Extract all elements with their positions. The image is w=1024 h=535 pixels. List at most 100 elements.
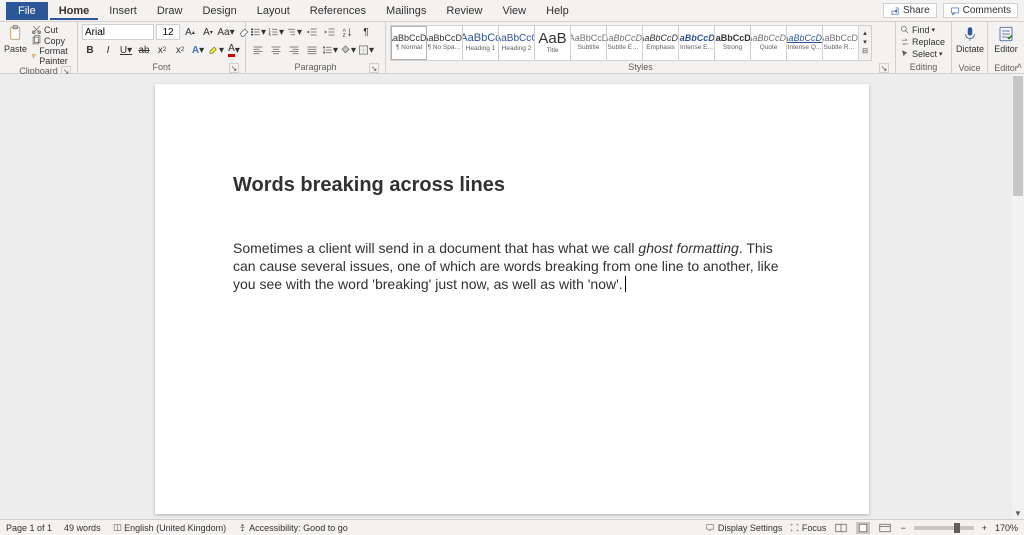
increase-indent-button[interactable] <box>322 24 338 40</box>
multilevel-list-button[interactable]: ▾ <box>286 24 302 40</box>
show-marks-button[interactable]: ¶ <box>358 24 374 40</box>
status-page[interactable]: Page 1 of 1 <box>6 523 52 533</box>
style-emphasis[interactable]: AaBbCcDcEmphasis <box>643 26 679 60</box>
tab-references[interactable]: References <box>301 2 375 20</box>
tab-insert[interactable]: Insert <box>100 2 146 20</box>
tab-draw[interactable]: Draw <box>148 2 192 20</box>
group-paragraph: ▾ 123▾ ▾ AZ ¶ ▾ ▾ ▾ Paragraph ↘ <box>246 22 386 73</box>
zoom-in-button[interactable]: + <box>982 523 987 533</box>
editor-button[interactable]: Editor <box>992 24 1020 62</box>
dictate-button[interactable]: Dictate <box>956 24 984 62</box>
grow-font-button[interactable]: A▴ <box>182 24 198 40</box>
zoom-slider[interactable] <box>914 526 974 530</box>
numbering-icon: 123 <box>268 26 279 38</box>
style-heading-2[interactable]: AaBbCcCHeading 2 <box>499 26 535 60</box>
paste-button[interactable]: Paste <box>4 24 27 62</box>
tab-view[interactable]: View <box>493 2 535 20</box>
strikethrough-button[interactable]: ab <box>136 42 152 58</box>
zoom-value[interactable]: 170% <box>995 523 1018 533</box>
status-language[interactable]: English (United Kingdom) <box>113 523 227 533</box>
tab-mailings[interactable]: Mailings <box>377 2 435 20</box>
style-subtle-ref-[interactable]: AaBbCcDcSubtle Ref... <box>823 26 859 60</box>
style-intense-q-[interactable]: AaBbCcDcIntense Q... <box>787 26 823 60</box>
style-quote[interactable]: AaBbCcDcQuote <box>751 26 787 60</box>
find-button[interactable]: Find▾ <box>900 24 935 36</box>
paste-label: Paste <box>4 44 27 54</box>
group-font: A▴ A▾ Aa▾ B I U▾ ab x2 x2 A▾ ▾ A▾ Font ↘ <box>78 22 246 73</box>
justify-button[interactable] <box>304 42 320 58</box>
superscript-button[interactable]: x2 <box>172 42 188 58</box>
shrink-font-button[interactable]: A▾ <box>200 24 216 40</box>
collapse-ribbon-button[interactable]: ˄ <box>1017 61 1022 71</box>
zoom-handle[interactable] <box>954 523 960 533</box>
bullets-button[interactable]: ▾ <box>250 24 266 40</box>
replace-button[interactable]: Replace <box>900 36 945 48</box>
web-layout-button[interactable] <box>878 522 892 534</box>
underline-button[interactable]: U▾ <box>118 42 134 58</box>
format-painter-button[interactable]: Format Painter <box>31 46 73 66</box>
style-strong[interactable]: AaBbCcDcStrong <box>715 26 751 60</box>
style-name: Subtle Em... <box>608 44 642 51</box>
subscript-button[interactable]: x2 <box>154 42 170 58</box>
paragraph-launcher[interactable]: ↘ <box>369 63 379 73</box>
bullets-icon <box>250 26 261 38</box>
borders-button[interactable]: ▾ <box>358 42 374 58</box>
italic-button[interactable]: I <box>100 42 116 58</box>
borders-icon <box>358 44 369 56</box>
focus-button[interactable]: Focus <box>790 523 826 533</box>
align-center-button[interactable] <box>268 42 284 58</box>
copy-button[interactable]: Copy <box>31 35 73 46</box>
align-left-button[interactable] <box>250 42 266 58</box>
format-painter-label: Format Painter <box>39 46 73 66</box>
print-layout-button[interactable] <box>856 522 870 534</box>
style-name: Subtle Ref... <box>824 44 858 51</box>
text-effects-button[interactable]: A▾ <box>190 42 206 58</box>
style--normal[interactable]: AaBbCcDc¶ Normal <box>391 26 427 60</box>
tab-design[interactable]: Design <box>193 2 245 20</box>
tab-layout[interactable]: Layout <box>248 2 299 20</box>
display-settings-button[interactable]: Display Settings <box>705 523 782 533</box>
read-mode-button[interactable] <box>834 522 848 534</box>
group-styles: AaBbCcDc¶ NormalAaBbCcDc¶ No Spac...AaBb… <box>386 22 896 73</box>
share-button[interactable]: Share <box>883 3 937 18</box>
align-right-button[interactable] <box>286 42 302 58</box>
bold-button[interactable]: B <box>82 42 98 58</box>
decrease-indent-button[interactable] <box>304 24 320 40</box>
status-accessibility[interactable]: Accessibility: Good to go <box>238 523 348 533</box>
change-case-button[interactable]: Aa▾ <box>218 24 234 40</box>
tab-help[interactable]: Help <box>537 2 578 20</box>
styles-launcher[interactable]: ↘ <box>879 63 889 73</box>
style--no-spac-[interactable]: AaBbCcDc¶ No Spac... <box>427 26 463 60</box>
status-words[interactable]: 49 words <box>64 523 101 533</box>
vertical-scrollbar[interactable]: ▲ ▼ <box>1012 74 1024 519</box>
sort-icon: AZ <box>342 26 354 38</box>
styles-gallery-more[interactable]: ▴▾⊟ <box>859 26 871 60</box>
document-page[interactable]: Words breaking across lines Sometimes a … <box>155 84 869 514</box>
style-subtle-em-[interactable]: AaBbCcDcSubtle Em... <box>607 26 643 60</box>
style-title[interactable]: AaBTitle <box>535 26 571 60</box>
font-color-button[interactable]: A▾ <box>226 42 242 58</box>
numbering-button[interactable]: 123▾ <box>268 24 284 40</box>
font-launcher[interactable]: ↘ <box>229 63 239 73</box>
style-sample: AaBbCcDc <box>751 34 787 43</box>
cut-button[interactable]: Cut <box>31 24 73 35</box>
select-button[interactable]: Select▾ <box>900 48 943 60</box>
zoom-out-button[interactable]: − <box>900 523 905 533</box>
style-sample: AaBbCcC <box>499 34 535 44</box>
comments-button[interactable]: Comments <box>943 3 1018 18</box>
style-subtitle[interactable]: AaBbCcDSubtitle <box>571 26 607 60</box>
scroll-down-button[interactable]: ▼ <box>1012 507 1024 519</box>
shading-button[interactable]: ▾ <box>340 42 356 58</box>
font-name-select[interactable] <box>82 24 154 40</box>
tab-review[interactable]: Review <box>437 2 491 20</box>
styles-gallery[interactable]: AaBbCcDc¶ NormalAaBbCcDc¶ No Spac...AaBb… <box>390 25 872 61</box>
highlight-button[interactable]: ▾ <box>208 42 224 58</box>
style-heading-1[interactable]: AaBbCcHeading 1 <box>463 26 499 60</box>
tab-home[interactable]: Home <box>50 2 99 20</box>
scroll-thumb[interactable] <box>1013 76 1023 196</box>
tab-file[interactable]: File <box>6 2 48 20</box>
style-intense-e-[interactable]: AaBbCcDcIntense E... <box>679 26 715 60</box>
sort-button[interactable]: AZ <box>340 24 356 40</box>
line-spacing-button[interactable]: ▾ <box>322 42 338 58</box>
font-size-select[interactable] <box>156 24 180 40</box>
